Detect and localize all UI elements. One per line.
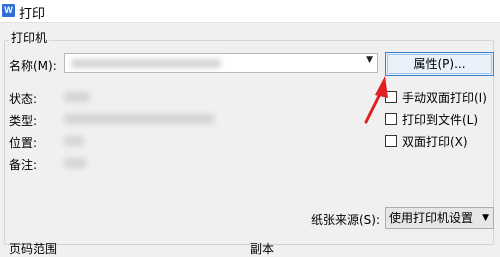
- red-annotation-arrow-icon: [364, 76, 388, 124]
